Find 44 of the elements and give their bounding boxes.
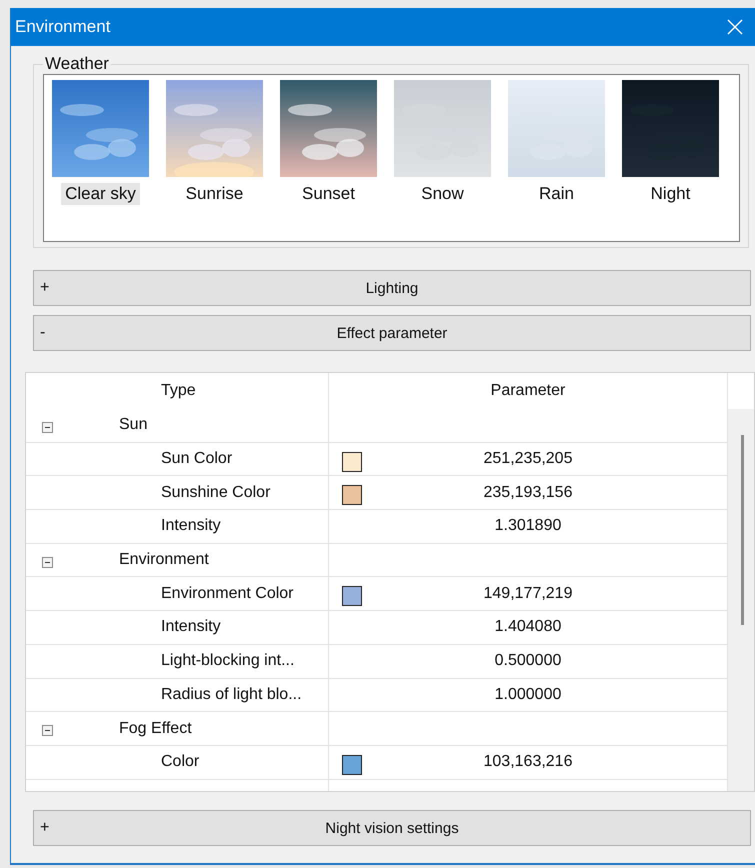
color-swatch[interactable] [342, 452, 362, 472]
weather-label[interactable]: Sunrise [182, 183, 248, 205]
color-swatch[interactable] [342, 754, 362, 775]
table-cell: 235,193,156 [484, 484, 572, 502]
table-cell: Radius of light blo... [161, 686, 302, 704]
weather-label[interactable]: Sunset [298, 183, 359, 205]
expander-sign[interactable]: + [40, 819, 50, 837]
table-cell: 1.404080 [494, 618, 562, 636]
weather-label[interactable]: Snow [417, 183, 468, 205]
table-cell: Intensity [161, 618, 221, 636]
table-cell: 149,177,219 [484, 584, 572, 603]
weather-label[interactable]: Rain [535, 183, 578, 205]
group-name: Sun [119, 416, 148, 434]
table-cell: 103,163,216 [484, 753, 572, 772]
collapse-icon[interactable] [42, 556, 53, 568]
collapse-icon[interactable] [42, 725, 53, 736]
table-cell: Light-blocking int... [161, 652, 294, 670]
table-cell: 1.000000 [494, 686, 562, 704]
collapse-icon[interactable] [42, 422, 53, 433]
group-name: Environment [119, 551, 209, 570]
table-cell: Intensity [161, 517, 221, 536]
table-cell: Sun Color [161, 450, 232, 468]
weather-label[interactable]: Clear sky [61, 183, 140, 205]
close-icon[interactable] [727, 19, 743, 35]
section-header[interactable]: Night vision settings [325, 820, 459, 836]
expander-sign[interactable]: + [40, 279, 50, 297]
table-cell: 251,235,205 [484, 450, 572, 468]
table-cell: 0.500000 [494, 652, 562, 670]
group-name: Fog Effect [119, 720, 192, 738]
color-swatch[interactable] [342, 485, 362, 506]
window-title: Environment [15, 17, 110, 37]
table-cell: Environment Color [161, 584, 294, 603]
table-cell: Sunshine Color [161, 484, 270, 502]
scrollbar[interactable] [728, 409, 754, 791]
section-header[interactable]: Effect parameter [336, 324, 448, 342]
color-swatch[interactable] [342, 586, 362, 606]
expander-sign[interactable]: - [40, 324, 46, 342]
section-header[interactable]: Lighting [366, 280, 418, 296]
group-title: Weather [44, 54, 110, 74]
table-cell: Color [161, 753, 200, 772]
column-header: Parameter [329, 373, 728, 409]
column-header: Type [26, 373, 329, 409]
weather-label[interactable]: Night [646, 183, 694, 205]
table-cell: 1.301890 [494, 517, 562, 536]
